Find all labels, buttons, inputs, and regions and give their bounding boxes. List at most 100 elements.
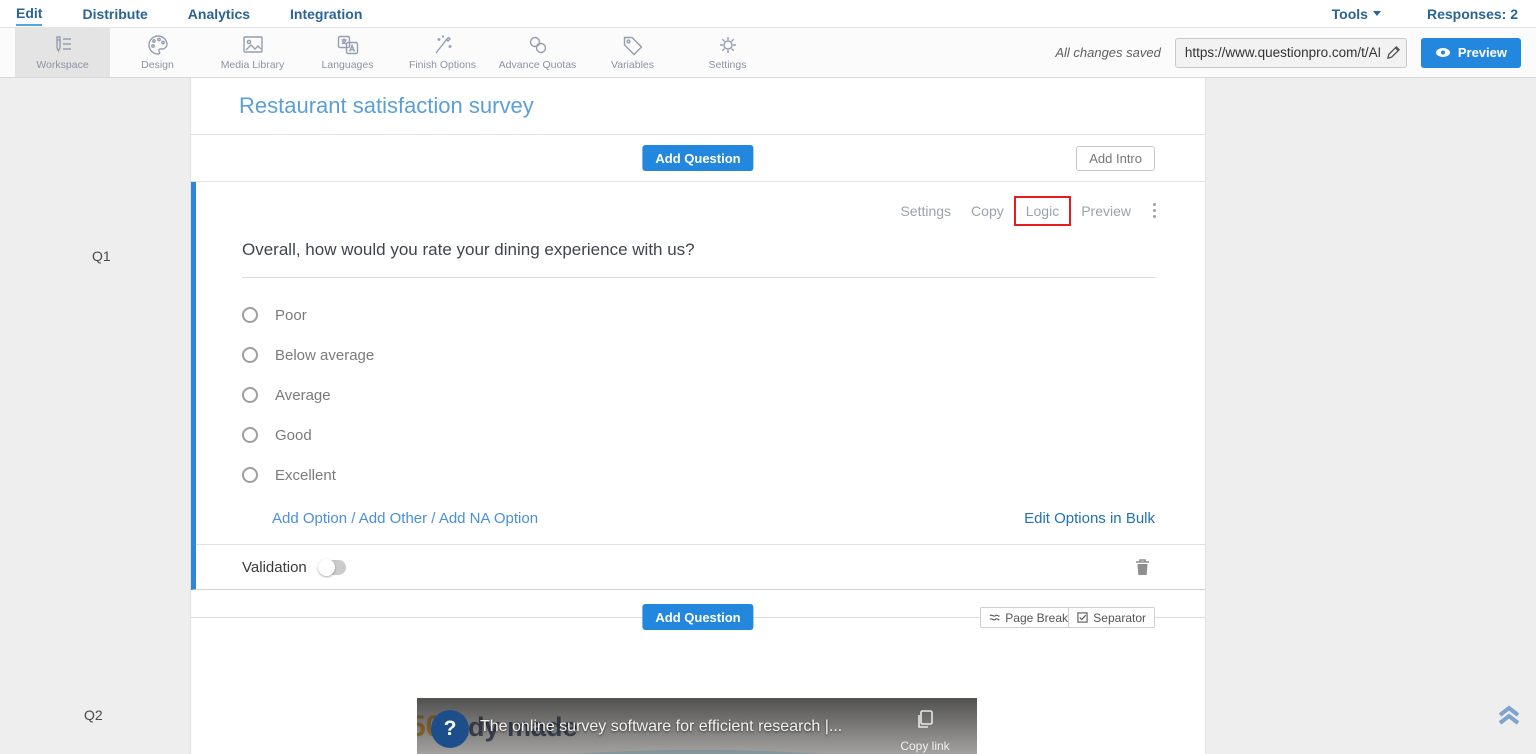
question-number-q2: Q2 (84, 707, 103, 723)
separator-label: Separator (1093, 611, 1146, 625)
answer-option-label: Below average (275, 347, 374, 364)
toolbar-item-variables[interactable]: Variables (585, 28, 680, 77)
answer-option-list: Poor Below average Average Good (242, 295, 1155, 495)
wand-icon (431, 34, 455, 56)
separator-button[interactable]: Separator (1068, 607, 1155, 628)
share-url-input[interactable] (1175, 38, 1407, 68)
survey-title[interactable]: Restaurant satisfaction survey (239, 93, 534, 119)
workspace-icon (51, 34, 75, 56)
radio-icon[interactable] (242, 387, 258, 403)
radio-icon[interactable] (242, 427, 258, 443)
toolbar-item-label: Finish Options (409, 59, 476, 71)
image-icon (241, 34, 265, 56)
toolbar-item-advance-quotas[interactable]: Advance Quotas (490, 28, 585, 77)
validation-label: Validation (242, 559, 307, 576)
copy-icon (916, 710, 934, 730)
page-break-icon (989, 612, 1000, 623)
answer-option[interactable]: Good (242, 415, 1155, 455)
answer-option-label: Excellent (275, 467, 336, 484)
validation-toggle[interactable] (319, 560, 346, 575)
add-na-option-link[interactable]: Add NA Option (439, 510, 538, 527)
option-links-row: Add Option / Add Other / Add NA Option E… (242, 510, 1155, 527)
add-option-link[interactable]: Add Option (272, 510, 347, 527)
question-text[interactable]: Overall, how would you rate your dining … (242, 240, 1155, 278)
copy-link-label: Copy link (895, 739, 955, 753)
tag-icon (621, 34, 645, 56)
add-intro-button[interactable]: Add Intro (1076, 146, 1155, 171)
question-preview-button[interactable]: Preview (1081, 203, 1131, 219)
toolbar-item-label: Media Library (221, 59, 285, 71)
validation-row: Validation (196, 544, 1205, 589)
edit-pencil-icon[interactable] (1386, 45, 1401, 60)
answer-option-label: Good (275, 427, 312, 444)
add-other-link[interactable]: Add Other (359, 510, 427, 527)
translate-icon (336, 34, 360, 56)
add-question-row-between: Add Question Page Break Separator (191, 590, 1205, 640)
separator-checkbox-icon (1077, 612, 1088, 623)
answer-option-label: Average (275, 387, 331, 404)
toolbar-item-label: Workspace (36, 59, 88, 71)
video-copy-link[interactable]: Copy link (895, 710, 955, 753)
page-break-label: Page Break (1005, 611, 1068, 625)
question-more-menu-icon[interactable] (1151, 201, 1158, 220)
answer-option[interactable]: Excellent (242, 455, 1155, 495)
add-question-button-top[interactable]: Add Question (642, 145, 753, 171)
add-option-links: Add Option / Add Other / Add NA Option (272, 510, 538, 527)
link-separator: / (431, 510, 435, 527)
toolbar-item-design[interactable]: Design (110, 28, 205, 77)
nav-tab-integration[interactable]: Integration (290, 3, 362, 25)
radio-icon[interactable] (242, 347, 258, 363)
nav-right: Tools Responses: 2 (1332, 0, 1518, 27)
answer-option[interactable]: Poor (242, 295, 1155, 335)
question-number-q1: Q1 (92, 248, 111, 264)
gear-icon (716, 34, 740, 56)
tools-dropdown[interactable]: Tools (1332, 6, 1381, 22)
radio-icon[interactable] (242, 467, 258, 483)
toolbar-item-label: Variables (611, 59, 654, 71)
question-card-q1: Settings Copy Logic Preview Overall, how… (191, 182, 1205, 590)
responses-link[interactable]: Responses: 2 (1427, 6, 1518, 22)
add-question-button-between[interactable]: Add Question (642, 604, 753, 630)
survey-canvas: Restaurant satisfaction survey Add Quest… (190, 78, 1206, 754)
toolbar-item-label: Design (141, 59, 174, 71)
save-status: All changes saved (1055, 45, 1161, 60)
page-break-button[interactable]: Page Break (980, 607, 1077, 628)
toolbar-right: All changes saved Preview (1055, 28, 1521, 77)
eye-icon (1435, 47, 1451, 58)
video-title[interactable]: The online survey software for efficient… (480, 718, 842, 736)
preview-button[interactable]: Preview (1421, 38, 1521, 68)
add-question-row-top: Add Question Add Intro (191, 135, 1205, 182)
nav-tab-edit[interactable]: Edit (16, 2, 42, 26)
question-card-q2: 50 ady made ? The online survey software… (191, 640, 1205, 754)
nav-tab-analytics[interactable]: Analytics (188, 3, 250, 25)
chain-links-icon (526, 34, 550, 56)
edit-options-in-bulk-link[interactable]: Edit Options in Bulk (1024, 510, 1155, 527)
video-embed[interactable]: 50 ady made ? The online survey software… (417, 698, 977, 754)
toolbar-item-settings[interactable]: Settings (680, 28, 775, 77)
trash-icon[interactable] (1135, 558, 1150, 576)
toolbar-item-media-library[interactable]: Media Library (205, 28, 300, 77)
nav-tab-distribute[interactable]: Distribute (82, 3, 147, 25)
questionpro-logo-avatar[interactable]: ? (431, 710, 469, 748)
nav-links: Edit Distribute Analytics Integration (16, 0, 362, 27)
link-separator: / (351, 510, 355, 527)
palette-icon (146, 34, 170, 56)
question-copy-button[interactable]: Copy (971, 203, 1004, 219)
radio-icon[interactable] (242, 307, 258, 323)
share-url-box (1175, 38, 1407, 68)
top-nav: Edit Distribute Analytics Integration To… (0, 0, 1536, 28)
toolbar-item-languages[interactable]: Languages (300, 28, 395, 77)
answer-option[interactable]: Average (242, 375, 1155, 415)
toolbar-item-workspace[interactable]: Workspace (15, 28, 110, 77)
toolbar-item-label: Advance Quotas (499, 59, 577, 71)
toolbar-item-finish-options[interactable]: Finish Options (395, 28, 490, 77)
question-body: Overall, how would you rate your dining … (196, 182, 1205, 527)
toolbar-item-label: Languages (322, 59, 374, 71)
answer-option[interactable]: Below average (242, 335, 1155, 375)
scroll-to-top-icon[interactable] (1496, 702, 1522, 728)
question-logic-button[interactable]: Logic (1014, 196, 1071, 226)
caret-down-icon (1373, 11, 1381, 16)
editor-toolbar: Workspace Design Media Library Languages… (0, 28, 1536, 78)
answer-option-label: Poor (275, 307, 307, 324)
question-settings-button[interactable]: Settings (900, 203, 951, 219)
